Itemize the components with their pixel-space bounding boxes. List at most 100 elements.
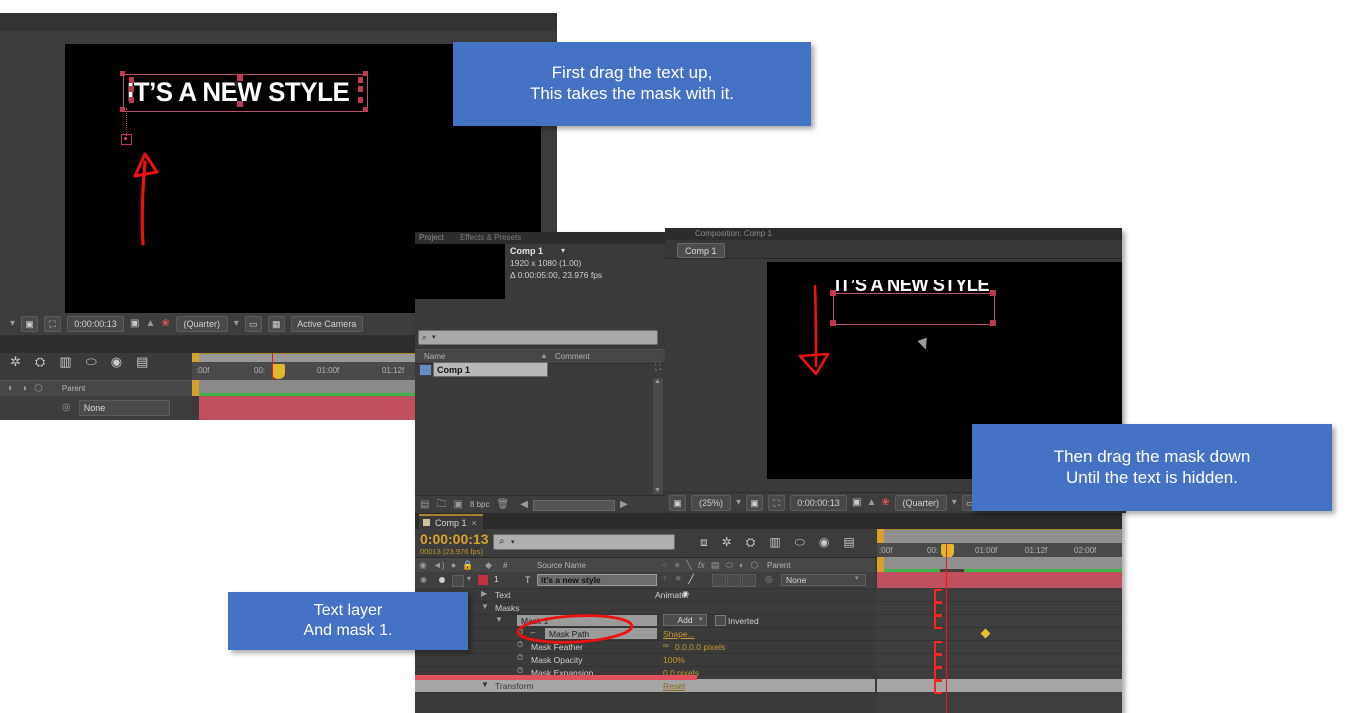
parent-dropdown-chevron-icon[interactable]: ▾ [855,575,859,582]
row-shy-icon[interactable]: ⁘ [661,575,668,584]
layer-solo-icon[interactable] [439,577,445,583]
shot3-mask-rect[interactable] [833,293,995,325]
hide-shy-layers-icon[interactable]: ⛭ [746,536,756,548]
current-time-indicator[interactable] [272,364,285,379]
shot4-row-switches[interactable]: ⁘ ✳ ╱ [661,575,694,584]
animate-menu-icon[interactable]: ◉ [682,590,689,598]
new-comp-icon[interactable]: ▣ [453,499,462,510]
grid-row-mask-expansion[interactable] [877,666,1122,680]
row-switch-box-2[interactable] [727,574,741,587]
layer-lock-box[interactable] [452,575,464,587]
handle-ml-2[interactable] [129,86,134,92]
disclosure-triangle-mask1-icon[interactable]: ▼ [495,616,503,624]
scroll-up-icon[interactable]: ▲ [654,378,661,385]
shot4-work-area-start[interactable] [877,529,884,543]
row-switch-box-3[interactable] [742,574,756,587]
quality-icon[interactable]: ╲ [686,561,691,570]
brainstorm-icon[interactable]: ▤ [136,355,148,368]
property-row-masks[interactable]: ▼ Masks [415,601,875,615]
solo-icon[interactable]: ● [451,561,456,570]
shot4-layer-switch-icons[interactable]: ⁘ ✳ ╲ fx ▤ ⬭ ◐ ⬡ [661,561,758,570]
new-folder-icon[interactable]: 🗀 [436,499,446,510]
grid-row-mask-feather[interactable] [877,640,1122,654]
shot4-switch-icons[interactable]: ◉ ◄) ● 🔒 [419,561,473,570]
shot2-row-name[interactable]: Comp 1 [433,362,548,377]
sort-ascending-icon[interactable]: ▲ [540,352,548,360]
handle-mr-3[interactable] [358,97,363,103]
grid-row-masks[interactable] [877,601,1122,615]
shot3-roi-icon[interactable]: ▣ [746,495,764,511]
region-toggle-icon[interactable]: ▭ [244,316,262,332]
motion-blur-icon[interactable]: ⛭ [35,355,45,368]
motion-blur-switch-icon[interactable]: ◉ [111,355,122,368]
property-row-text[interactable]: ▶ Text Animate: ◉ [415,588,875,602]
mask-path-value[interactable]: Shape... [663,629,695,639]
shot3-mask-handle-tl[interactable] [830,290,836,296]
shot3-crop-roi-icon[interactable]: ⛶ [768,495,786,511]
shot3-always-preview-icon[interactable]: ▣ [669,495,686,511]
shot3-channel-icon[interactable]: ❀ [881,498,889,508]
composition-mini-flowchart-icon[interactable]: ⧈ [700,536,708,548]
mask-path-name-field[interactable]: Mask Path [545,628,657,639]
layer-label-chevron-icon[interactable]: ▾ [467,575,471,583]
shot4-parent-value[interactable]: None [781,574,866,586]
shot3-resolution[interactable]: (Quarter) [894,495,947,511]
row-collapse-icon[interactable]: ✳ [675,575,682,584]
shot3-timecode[interactable]: 0:00:00:13 [790,495,848,511]
delete-trash-icon[interactable]: 🗑 [496,499,509,510]
shot4-work-area-bar[interactable] [877,529,1122,544]
disclosure-triangle-masks-icon[interactable]: ▼ [481,603,489,611]
shot4-playhead[interactable] [946,543,947,713]
resolution-selector[interactable]: (Quarter) [175,316,228,332]
handle-tr[interactable] [363,71,368,76]
shot3-mask-handle-tr[interactable] [990,290,996,296]
row-quality-icon[interactable]: ╱ [688,575,693,584]
shot3-zoom-chevron-icon[interactable]: ▾ [736,498,741,508]
channel-rgb-icon[interactable]: ❀ [161,319,169,329]
snapshot-camera-icon[interactable]: ▣ [130,319,139,329]
mask1-name-field[interactable]: Mask 1 [517,615,657,626]
scroll-down-icon[interactable]: ▼ [654,487,661,494]
disclosure-triangle-transform-icon[interactable]: ▼ [481,681,489,689]
shot4-column-header[interactable]: ◉ ◄) ● 🔒 ◆ # Source Name ⁘ ✳ ╲ fx ▤ ⬭ ◐ … [415,558,875,573]
shot1-timecode[interactable]: 0:00:00:13 [67,316,125,332]
disclosure-triangle-text-icon[interactable]: ▶ [481,590,487,598]
shot4-layer-duration-bar[interactable] [877,572,1122,588]
resolution-chevron-icon[interactable]: ▾ [234,319,239,329]
adjustment-layer-icon[interactable]: ◐ [739,561,744,570]
shot2-scrollbar[interactable]: ▲ ▼ [653,378,663,494]
shot2-tab-row[interactable]: Project Effects & Presets [415,232,665,244]
parent-pickwhip-icon-2[interactable]: ◎ [765,575,773,584]
property-row-mask-path[interactable]: ⏱ ⌐ Mask Path Shape... [415,627,875,641]
transform-reset[interactable]: Reset [663,681,685,691]
handle-bl[interactable] [120,107,125,112]
chevron-down-icon[interactable]: ▾ [10,319,15,329]
shot1-layer-row[interactable]: ◎ None [0,396,192,420]
row-switch-box-1[interactable] [712,574,726,587]
stopwatch-opacity-icon[interactable]: ⏱ [517,654,523,662]
handle-tl[interactable] [120,71,125,76]
shot4-timeline-tools[interactable]: ⧈ ✲ ⛭ ▥ ⬭ ◉ ▤ [700,536,855,548]
shot4-time-ruler[interactable]: :00f 00: 01:00f 01:12f 02:00f [877,543,1122,558]
show-snapshot-icon[interactable]: ▲ [145,319,155,329]
graph-editor-toggle-icon[interactable]: ▤ [843,536,854,548]
shot3-comp-tab[interactable]: Comp 1 [677,243,725,258]
property-row-transform[interactable]: ▼ Transform Reset [415,679,875,693]
search-chevron-icon[interactable]: ▾ [432,333,436,341]
mask-mode-chevron-icon[interactable]: ▾ [699,616,703,623]
shot3-comp-tab-row[interactable]: Comp 1 [665,240,1122,259]
shot4-comp-tab[interactable]: Comp 1 × [419,514,483,529]
label-color-icon[interactable]: ◆ [485,561,492,570]
keyframe-marker[interactable] [980,628,991,639]
hscroll-right-icon[interactable]: ▶ [620,500,628,510]
transparency-grid-icon[interactable]: ▦ [267,316,285,332]
region-of-interest-icon[interactable]: ▣ [21,316,39,332]
shot2-bit-depth[interactable]: 8 bpc [470,500,490,509]
shot4-current-time-indicator[interactable] [941,544,954,558]
timeline-search-chevron-icon[interactable]: ▾ [511,538,515,546]
grid-row-text[interactable] [877,588,1122,602]
shot4-current-timecode[interactable]: 0:00:00:13 [420,531,489,547]
camera-view-selector[interactable]: Active Camera [290,316,363,332]
shot1-work-area-handle[interactable] [192,380,199,396]
stopwatch-feather-icon[interactable]: ⏱ [517,641,523,649]
